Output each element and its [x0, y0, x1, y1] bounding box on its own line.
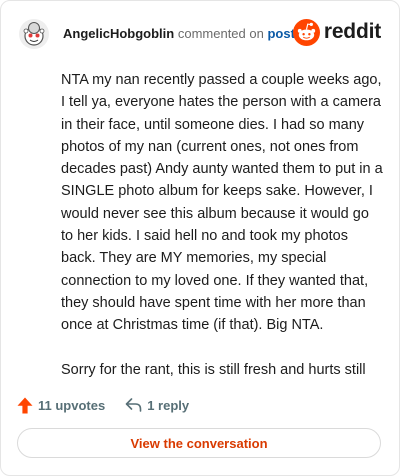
view-conversation-button[interactable]: View the conversation — [17, 428, 381, 458]
reply-count: 1 reply — [147, 397, 190, 413]
post-link[interactable]: post — [267, 26, 294, 41]
comment-actions: 11 upvotes 1 reply — [17, 394, 189, 416]
comment-card: AngelicHobgoblin commented on post reddi… — [0, 0, 400, 476]
username[interactable]: AngelicHobgoblin — [63, 26, 174, 41]
comment-body: NTA my nan recently passed a couple week… — [61, 69, 383, 403]
comment-paragraph: NTA my nan recently passed a couple week… — [61, 72, 383, 334]
upvote-button[interactable]: 11 upvotes — [17, 397, 105, 414]
comment-header: AngelicHobgoblin commented on post reddi… — [15, 17, 385, 51]
reddit-logo[interactable]: reddit — [292, 18, 381, 46]
reddit-wordmark: reddit — [323, 20, 381, 43]
reddit-snoo-icon — [292, 18, 320, 46]
upvote-count: 11 upvotes — [38, 397, 106, 413]
reply-button[interactable]: 1 reply — [125, 398, 189, 413]
snoo-avatar-icon — [19, 19, 49, 49]
reply-arrow-icon — [125, 398, 142, 412]
comment-byline: AngelicHobgoblin commented on post — [63, 26, 295, 41]
upvote-arrow-icon — [17, 397, 33, 413]
avatar[interactable] — [19, 19, 49, 49]
comment-paragraph: Sorry for the rant, this is still fresh … — [61, 361, 366, 378]
commented-on-text: commented on — [177, 26, 264, 41]
